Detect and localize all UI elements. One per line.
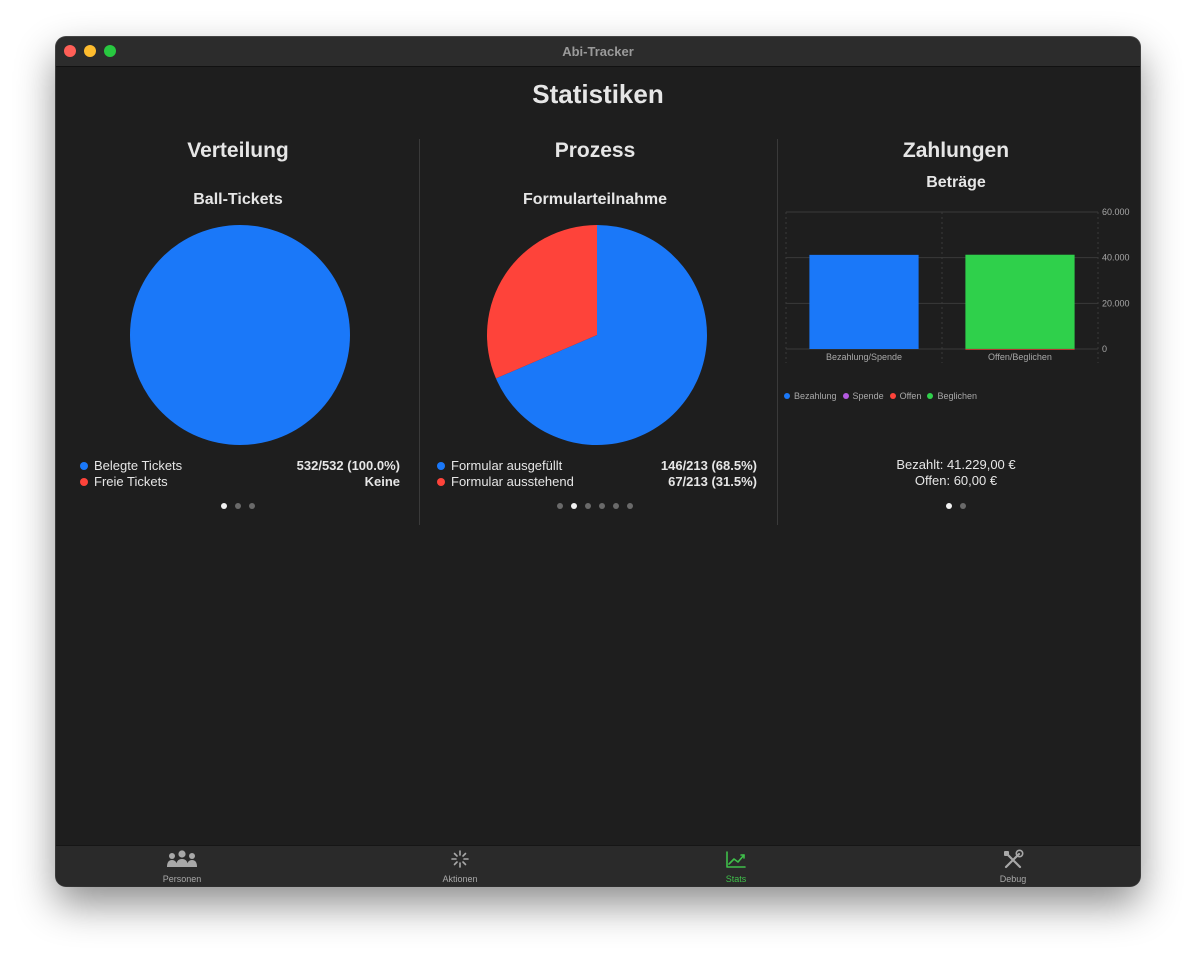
legend-value: 146/213 (68.5%) xyxy=(660,458,757,473)
legend-row: Formular ausgefüllt 146/213 (68.5%) xyxy=(437,458,757,474)
sparkle-icon xyxy=(451,850,469,868)
page-dot[interactable] xyxy=(960,503,966,509)
title-bar: Abi-Tracker xyxy=(56,37,1140,67)
tab-aktionen[interactable]: Aktionen xyxy=(360,846,560,886)
legend-dot xyxy=(784,393,790,399)
tab-label: Stats xyxy=(725,874,747,884)
tab-label: Aktionen xyxy=(442,874,478,884)
section-prozess[interactable]: Prozess Formularteilnahme Formular ausge… xyxy=(423,139,767,525)
bar-legend-item: Offen xyxy=(889,391,922,401)
tab-label: Personen xyxy=(162,874,202,884)
chart-title: Ball-Tickets xyxy=(193,191,283,208)
chart-line-icon xyxy=(726,851,746,868)
bar-legend-item: Bezahlung xyxy=(784,391,837,401)
page-dot[interactable] xyxy=(613,503,619,509)
app-window: Abi-Tracker Statistiken Verteilung Ball-… xyxy=(56,37,1140,886)
tab-stats[interactable]: Stats xyxy=(636,846,836,886)
page-indicator[interactable] xyxy=(781,503,1131,509)
people-icon xyxy=(167,850,197,867)
legend-dot xyxy=(842,393,849,399)
ball-tickets-pie-chart xyxy=(130,225,350,445)
section-title: Verteilung xyxy=(187,139,289,162)
y-tick-label: 20.000 xyxy=(1102,298,1130,308)
page-dot[interactable] xyxy=(627,503,633,509)
bar-legend-item: Beglichen xyxy=(927,391,977,401)
section-zahlungen[interactable]: Zahlungen Beträge 0 20.000 40.000 60.000 Bez… xyxy=(781,139,1131,525)
bar xyxy=(965,254,1075,349)
window-title: Abi-Tracker xyxy=(562,44,634,59)
legend-label: Formular ausstehend xyxy=(451,474,574,489)
legend-label: Belegte Tickets xyxy=(94,458,183,473)
legend-dot xyxy=(889,393,896,399)
x-tick-label: Bezahlung/Spende xyxy=(826,352,902,362)
offen-total: Offen: 60,00 € xyxy=(914,473,998,488)
bar xyxy=(809,254,919,349)
tab-label: Debug xyxy=(999,874,1027,884)
legend-label: Offen xyxy=(899,391,922,401)
bar xyxy=(965,348,1075,350)
tab-debug[interactable]: Debug xyxy=(913,846,1113,886)
section-title: Zahlungen xyxy=(902,139,1010,162)
legend-label: Formular ausgefüllt xyxy=(451,458,563,473)
stats-content: Statistiken Verteilung Ball-Tickets Bele… xyxy=(56,67,1140,845)
legend-label: Spende xyxy=(852,391,884,401)
page-dot[interactable] xyxy=(599,503,605,509)
page-dot[interactable] xyxy=(557,503,563,509)
y-tick-label: 0 xyxy=(1102,344,1107,354)
page-indicator[interactable] xyxy=(423,503,767,509)
page-dot[interactable] xyxy=(946,503,952,509)
section-verteilung[interactable]: Verteilung Ball-Tickets Belegte Tickets … xyxy=(66,139,410,525)
legend-dot xyxy=(80,462,88,470)
page-dot[interactable] xyxy=(235,503,241,509)
bezahlt-total: Bezahlt: 41.229,00 € xyxy=(896,457,1016,472)
page-dot[interactable] xyxy=(221,503,227,509)
legend-row: Belegte Tickets 532/532 (100.0%) xyxy=(80,458,400,474)
page-indicator[interactable] xyxy=(66,503,410,509)
legend-dot xyxy=(437,462,445,470)
tools-icon xyxy=(1004,849,1024,869)
legend-label: Freie Tickets xyxy=(94,474,168,489)
bar-legend-item: Spende xyxy=(842,391,884,401)
tab-bar: Personen Aktionen Stats Debug xyxy=(56,845,1140,886)
y-tick-label: 60.000 xyxy=(1102,207,1130,217)
bar-chart-legend: Bezahlung Spende Offen Beglichen xyxy=(784,391,983,403)
legend-label: Bezahlung xyxy=(794,391,837,401)
section-divider xyxy=(419,139,420,525)
section-divider xyxy=(777,139,778,525)
page-dot[interactable] xyxy=(571,503,577,509)
tab-personen[interactable]: Personen xyxy=(82,846,282,886)
legend-row: Freie Tickets Keine xyxy=(80,474,400,490)
page-dot[interactable] xyxy=(585,503,591,509)
y-tick-label: 40.000 xyxy=(1102,253,1130,263)
page-title: Statistiken xyxy=(532,79,664,109)
legend-dot xyxy=(80,478,88,486)
legend-label: Beglichen xyxy=(937,391,977,401)
legend-dot xyxy=(437,478,445,486)
legend-value: 67/213 (31.5%) xyxy=(668,474,757,489)
section-title: Prozess xyxy=(554,139,636,162)
formularteilnahme-pie-chart xyxy=(487,225,707,445)
chart-title: Beträge xyxy=(926,174,986,191)
chart-title: Formularteilnahme xyxy=(522,191,668,208)
legend-row: Formular ausstehend 67/213 (31.5%) xyxy=(437,474,757,490)
legend-value: Keine xyxy=(364,474,400,489)
legend-value: 532/532 (100.0%) xyxy=(296,458,400,473)
x-tick-label: Offen/Beglichen xyxy=(988,352,1052,362)
pie-slice xyxy=(130,225,350,445)
betraege-bar-chart: 0 20.000 40.000 60.000 Bezahlung/Spende Offen… xyxy=(785,207,1130,363)
legend-dot xyxy=(927,393,934,399)
page-dot[interactable] xyxy=(249,503,255,509)
